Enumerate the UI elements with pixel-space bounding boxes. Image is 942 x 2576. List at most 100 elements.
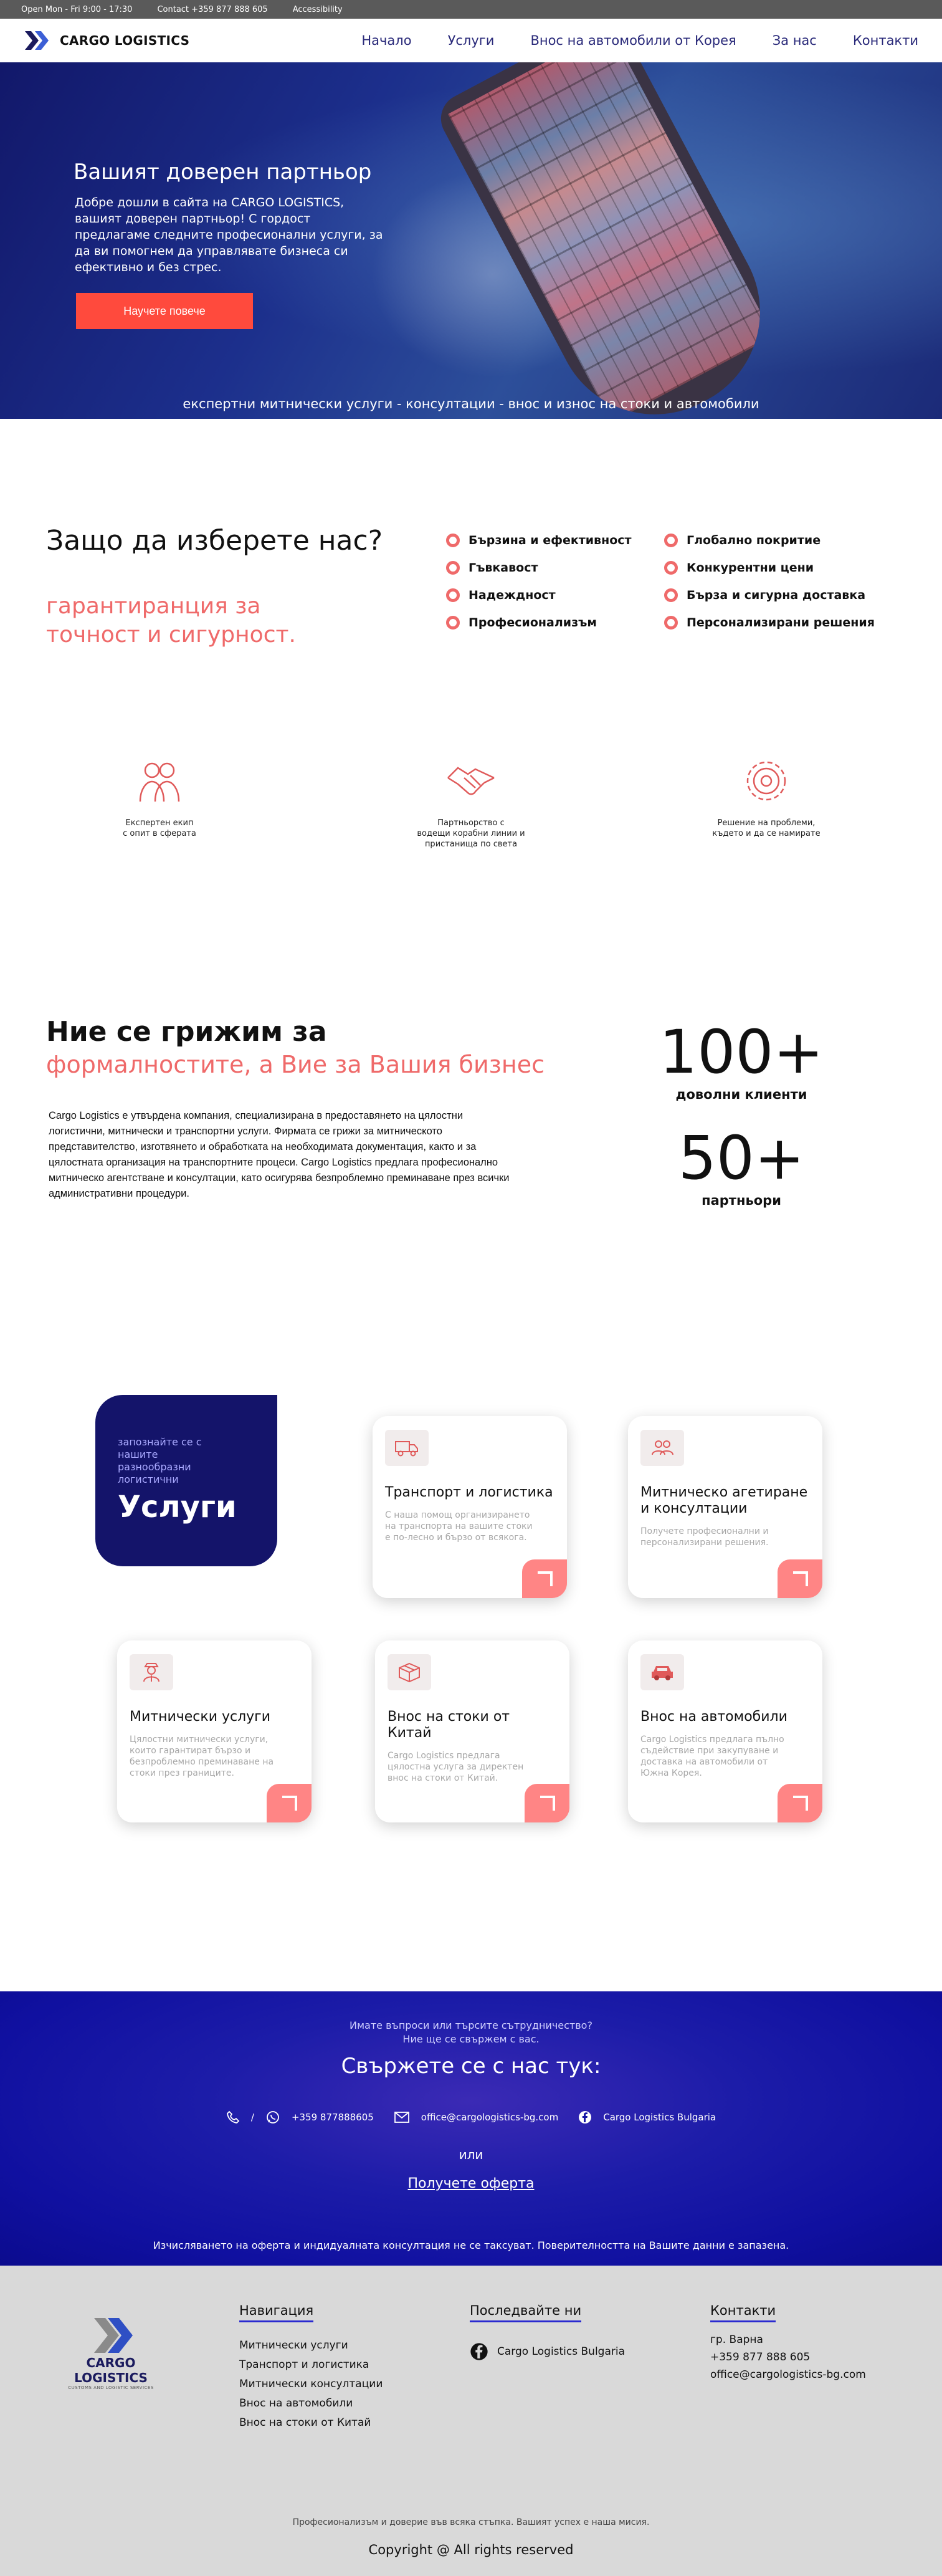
logo-chevrons-icon bbox=[25, 31, 49, 50]
learn-more-button[interactable]: Научете повече bbox=[76, 293, 253, 329]
footer-contacts: Контакти гр. Варна +359 877 888 605 offi… bbox=[710, 2303, 866, 2383]
contact-email[interactable]: office@cargologistics-bg.com bbox=[421, 2112, 558, 2123]
email-icon bbox=[394, 2112, 409, 2123]
stat-clients: 100+ доволни клиенти bbox=[642, 1017, 841, 1102]
hero-title: Вашият доверен партньор bbox=[74, 160, 372, 184]
site-header: CARGO LOGISTICS Начало Услуги Внос на ав… bbox=[0, 19, 942, 62]
feature-item: Надеждност bbox=[446, 588, 664, 602]
why-title: Защо да изберете нас? bbox=[46, 525, 383, 557]
service-title: Внос на автомобили bbox=[640, 1709, 787, 1725]
service-desc: Получете професионални и персонализирани… bbox=[640, 1526, 769, 1548]
footer-email[interactable]: office@cargologistics-bg.com bbox=[710, 2366, 866, 2383]
footer-logo-sub: CUSTOMS AND LOGISTIC SERVICES bbox=[68, 2385, 154, 2390]
feature-item: Бърза и сигурна доставка bbox=[664, 588, 882, 602]
contact-section: Имате въпроси или търсите сътрудничество… bbox=[0, 1991, 942, 2266]
about-subtitle: формалностите, а Вие за Вашия бизнес bbox=[46, 1051, 545, 1078]
service-arrow-button[interactable] bbox=[778, 1559, 822, 1598]
service-card-transport[interactable]: Транспорт и логистика С наша помощ орган… bbox=[373, 1416, 567, 1598]
footer-contacts-title: Контакти bbox=[710, 2303, 776, 2322]
highlight-partnership: Партньорство с водещи корабни линии и прис… bbox=[378, 753, 564, 850]
footer-phone[interactable]: +359 877 888 605 bbox=[710, 2349, 866, 2366]
stat-number: 50+ bbox=[678, 1123, 805, 1193]
contact-row: / +359 877888605 office@cargologistics-b… bbox=[0, 2110, 942, 2125]
why-subtitle: гарантиранция за точност и сигурност. bbox=[46, 593, 296, 648]
stat-number: 100+ bbox=[659, 1017, 824, 1087]
footer-copyright: Copyright @ All rights reserved bbox=[368, 2542, 574, 2557]
feature-item: Глобално покритие bbox=[664, 534, 882, 547]
nav-about[interactable]: За нас bbox=[773, 33, 817, 48]
stat-label: доволни клиенти bbox=[675, 1087, 807, 1102]
footer-link[interactable]: Внос на стоки от Китай bbox=[239, 2413, 383, 2433]
highlight-caption: Експертен екип с опит в сферата bbox=[123, 818, 196, 838]
service-title: Транспорт и логистика bbox=[385, 1485, 553, 1500]
bullet-ring-icon bbox=[664, 616, 678, 630]
contact-phone-link[interactable]: Contact +359 877 888 605 bbox=[157, 5, 267, 14]
nav-contacts[interactable]: Контакти bbox=[853, 33, 918, 48]
footer-city: гр. Варна bbox=[710, 2334, 763, 2346]
footer-contacts-list: гр. Варна +359 877 888 605 office@cargol… bbox=[710, 2331, 866, 2383]
service-desc: С наша помощ организирането на транспорт… bbox=[385, 1510, 533, 1543]
service-arrow-button[interactable] bbox=[525, 1784, 569, 1822]
hero-text: Добре дошли в сайта на CARGO LOGISTICS, … bbox=[75, 196, 383, 274]
hero-section: Вашият доверен партньор Добре дошли в са… bbox=[0, 62, 942, 419]
phone-icon bbox=[226, 2110, 240, 2124]
contact-question: Имате въпроси или търсите сътрудничество… bbox=[350, 2019, 592, 2045]
footer-logo[interactable]: CARGO LOGISTICS CUSTOMS AND LOGISTIC SER… bbox=[49, 2318, 173, 2390]
handshake-icon bbox=[447, 767, 495, 795]
highlight-solutions: Решение на проблеми, където и да се намир… bbox=[673, 753, 860, 839]
highlight-team: Експертен екип с опит в сферата bbox=[66, 753, 253, 839]
feature-item: Конкурентни цени bbox=[664, 561, 882, 575]
footer-facebook-link[interactable]: Cargo Logistics Bulgaria bbox=[470, 2342, 625, 2361]
about-title: Ние се грижим за bbox=[46, 1016, 327, 1048]
logo-text: CARGO LOGISTICS bbox=[60, 33, 190, 48]
bullet-ring-icon bbox=[664, 534, 678, 547]
footer-nav: Навигация Митнически услуги Транспорт и … bbox=[239, 2303, 383, 2433]
service-title: Митническо агетиране и консултации bbox=[640, 1485, 808, 1516]
service-title: Митнически услуги bbox=[130, 1709, 271, 1725]
customs-officer-icon bbox=[130, 1654, 173, 1690]
service-desc: Cargo Logistics предлага пълно съдействи… bbox=[640, 1735, 784, 1778]
footer-link[interactable]: Транспорт и логистика bbox=[239, 2355, 383, 2375]
contact-or: или bbox=[459, 2147, 483, 2162]
get-offer-link[interactable]: Получете оферта bbox=[0, 2176, 942, 2191]
contact-heading: Свържете се с нас тук: bbox=[341, 2054, 601, 2079]
service-arrow-button[interactable] bbox=[267, 1784, 312, 1822]
logo-chevrons-icon bbox=[94, 2318, 133, 2353]
service-card-customs[interactable]: Митнически услуги Цялостни митнически ус… bbox=[117, 1640, 312, 1822]
footer-link[interactable]: Митнически консултации bbox=[239, 2375, 383, 2394]
car-icon bbox=[640, 1654, 684, 1690]
footer-nav-list: Митнически услуги Транспорт и логистика … bbox=[239, 2336, 383, 2433]
footer-link[interactable]: Митнически услуги bbox=[239, 2336, 383, 2355]
accessibility-link[interactable]: Accessibility bbox=[293, 5, 343, 14]
feature-item: Професионализъм bbox=[446, 616, 664, 630]
services-intro: запознайте се с нашите разнообразни логи… bbox=[95, 1395, 277, 1566]
gear-solution-icon bbox=[746, 761, 786, 801]
nav-services[interactable]: Услуги bbox=[448, 33, 495, 48]
stat-label: партньори bbox=[702, 1193, 781, 1208]
service-card-cars[interactable]: Внос на автомобили Cargo Logistics предл… bbox=[628, 1640, 822, 1822]
footer-tagline: Професионализъм и доверие във всяка стъп… bbox=[292, 2517, 650, 2527]
service-title: Внос на стоки от Китай bbox=[388, 1709, 510, 1741]
contact-facebook[interactable]: Cargo Logistics Bulgaria bbox=[603, 2112, 716, 2123]
nav-home[interactable]: Начало bbox=[361, 33, 411, 48]
footer-nav-title: Навигация bbox=[239, 2303, 314, 2322]
facebook-icon bbox=[470, 2343, 488, 2360]
consulting-icon bbox=[640, 1430, 684, 1466]
service-card-china[interactable]: Внос на стоки от Китай Cargo Logistics п… bbox=[375, 1640, 569, 1822]
service-arrow-button[interactable] bbox=[522, 1559, 567, 1598]
whatsapp-icon bbox=[267, 2111, 279, 2124]
contact-phone[interactable]: +359 877888605 bbox=[292, 2112, 374, 2123]
service-arrow-button[interactable] bbox=[778, 1784, 822, 1822]
service-card-consulting[interactable]: Митническо агетиране и консултации Получ… bbox=[628, 1416, 822, 1598]
service-desc: Cargo Logistics предлага цялостна услуга… bbox=[388, 1751, 524, 1783]
bullet-ring-icon bbox=[446, 561, 460, 575]
services-intro-small: запознайте се с нашите разнообразни логи… bbox=[118, 1436, 202, 1485]
footer-follow-title: Последвайте ни bbox=[470, 2303, 582, 2322]
services-title: Услуги bbox=[118, 1490, 237, 1525]
logo[interactable]: CARGO LOGISTICS bbox=[25, 31, 189, 50]
highlight-caption: Решение на проблеми, където и да се намир… bbox=[712, 818, 821, 838]
feature-item: Бързина и ефективност bbox=[446, 534, 664, 547]
footer-link[interactable]: Внос на автомобили bbox=[239, 2394, 383, 2413]
truck-icon bbox=[385, 1430, 429, 1466]
nav-korea-cars[interactable]: Внос на автомобили от Корея bbox=[530, 33, 736, 48]
